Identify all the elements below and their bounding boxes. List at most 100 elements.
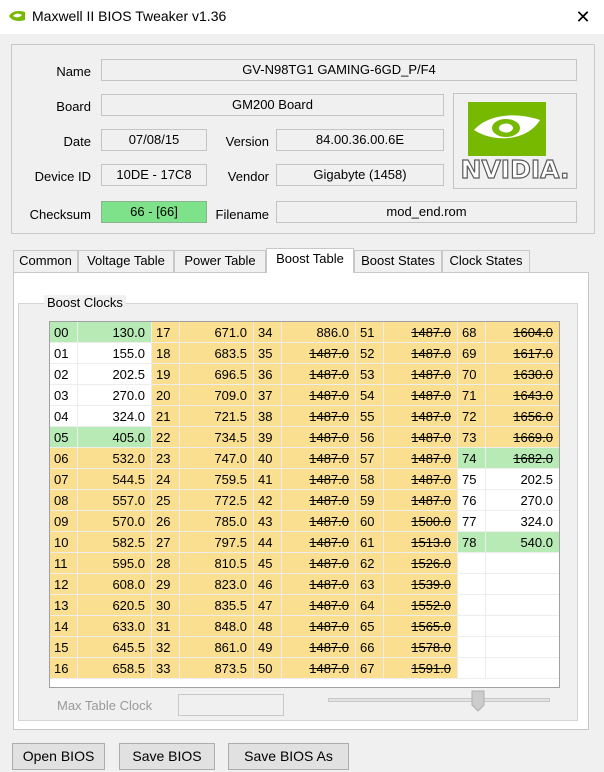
- tab-common[interactable]: Common: [13, 250, 78, 272]
- boost-entry-value[interactable]: 1604.0: [486, 322, 559, 343]
- boost-entry-value[interactable]: 324.0: [78, 406, 152, 427]
- boost-entry-value[interactable]: 1487.0: [282, 532, 356, 553]
- boost-entry-value[interactable]: 1682.0: [486, 448, 559, 469]
- boost-entry-value[interactable]: 570.0: [78, 511, 152, 532]
- open-bios-button[interactable]: Open BIOS: [12, 743, 105, 770]
- boost-entry-value[interactable]: 709.0: [180, 385, 254, 406]
- boost-entry-value[interactable]: 658.5: [78, 658, 152, 679]
- boost-entry-value[interactable]: 1487.0: [282, 616, 356, 637]
- boost-entry-value[interactable]: 1565.0: [384, 616, 458, 637]
- boost-entry-value[interactable]: 1487.0: [282, 637, 356, 658]
- boost-entry-value[interactable]: 1539.0: [384, 574, 458, 595]
- filename-field[interactable]: mod_end.rom: [276, 201, 577, 223]
- boost-entry-value[interactable]: 1552.0: [384, 595, 458, 616]
- boost-entry-value[interactable]: 1591.0: [384, 658, 458, 679]
- board-field[interactable]: GM200 Board: [101, 94, 444, 116]
- boost-entry-value[interactable]: 671.0: [180, 322, 254, 343]
- boost-entry-value[interactable]: 1513.0: [384, 532, 458, 553]
- boost-entry-value[interactable]: 1487.0: [282, 343, 356, 364]
- boost-entry-value[interactable]: 1487.0: [282, 469, 356, 490]
- boost-entry-index: 36: [254, 364, 282, 385]
- boost-entry-value[interactable]: 1487.0: [384, 406, 458, 427]
- boost-entry-value[interactable]: 1487.0: [384, 385, 458, 406]
- boost-entry-value[interactable]: 324.0: [486, 511, 559, 532]
- boost-entry-value[interactable]: 270.0: [78, 385, 152, 406]
- boost-entry-value[interactable]: 540.0: [486, 532, 559, 553]
- boost-entry-value[interactable]: 1487.0: [282, 511, 356, 532]
- boost-entry-value[interactable]: 1526.0: [384, 553, 458, 574]
- device-id-field[interactable]: 10DE - 17C8: [101, 164, 207, 186]
- boost-entry-value[interactable]: 620.5: [78, 595, 152, 616]
- boost-entry-value[interactable]: 532.0: [78, 448, 152, 469]
- version-field[interactable]: 84.00.36.00.6E: [276, 129, 444, 151]
- vendor-field[interactable]: Gigabyte (1458): [276, 164, 444, 186]
- boost-entry-value[interactable]: 721.5: [180, 406, 254, 427]
- boost-entry-value[interactable]: 1630.0: [486, 364, 559, 385]
- boost-entry-value[interactable]: 1500.0: [384, 511, 458, 532]
- boost-entry-value[interactable]: 155.0: [78, 343, 152, 364]
- boost-entry-value[interactable]: 1487.0: [384, 322, 458, 343]
- boost-entry-value[interactable]: 747.0: [180, 448, 254, 469]
- save-bios-as-button[interactable]: Save BIOS As: [228, 743, 349, 770]
- boost-entry-value[interactable]: 202.5: [78, 364, 152, 385]
- boost-entry-value[interactable]: 1487.0: [384, 427, 458, 448]
- boost-entry-value[interactable]: 633.0: [78, 616, 152, 637]
- boost-entry-value[interactable]: 1487.0: [282, 427, 356, 448]
- boost-entry-value[interactable]: 1487.0: [384, 469, 458, 490]
- boost-entry-index: 25: [152, 490, 180, 511]
- tab-clock-states[interactable]: Clock States: [442, 250, 530, 272]
- boost-entry-value[interactable]: 1487.0: [384, 364, 458, 385]
- boost-entry-value[interactable]: 1487.0: [282, 406, 356, 427]
- boost-entry-value[interactable]: 683.5: [180, 343, 254, 364]
- boost-entry-value[interactable]: 1669.0: [486, 427, 559, 448]
- boost-entry-value[interactable]: 873.5: [180, 658, 254, 679]
- boost-entry-value[interactable]: 823.0: [180, 574, 254, 595]
- save-bios-button[interactable]: Save BIOS: [119, 743, 215, 770]
- boost-entry-value[interactable]: 1643.0: [486, 385, 559, 406]
- boost-entry-value[interactable]: 1487.0: [282, 574, 356, 595]
- boost-entry-value[interactable]: 130.0: [78, 322, 152, 343]
- boost-entry-value[interactable]: 595.0: [78, 553, 152, 574]
- boost-entry-value[interactable]: 202.5: [486, 469, 559, 490]
- boost-entry-value[interactable]: 1656.0: [486, 406, 559, 427]
- boost-entry-value[interactable]: 772.5: [180, 490, 254, 511]
- boost-entry-value[interactable]: 1487.0: [384, 448, 458, 469]
- tab-boost-states[interactable]: Boost States: [354, 250, 442, 272]
- name-field[interactable]: GV-N98TG1 GAMING-6GD_P/F4: [101, 59, 577, 81]
- boost-entry-value[interactable]: 1487.0: [282, 658, 356, 679]
- boost-entry-value[interactable]: 848.0: [180, 616, 254, 637]
- boost-entry-value[interactable]: 1487.0: [282, 364, 356, 385]
- boost-entry-value[interactable]: 544.5: [78, 469, 152, 490]
- tab-voltage-table[interactable]: Voltage Table: [78, 250, 174, 272]
- boost-entry-value[interactable]: 797.5: [180, 532, 254, 553]
- tab-power-table[interactable]: Power Table: [174, 250, 266, 272]
- boost-entry-value[interactable]: 734.5: [180, 427, 254, 448]
- tab-boost-table[interactable]: Boost Table: [266, 248, 354, 273]
- boost-entry-value[interactable]: 861.0: [180, 637, 254, 658]
- boost-entry-value[interactable]: 1487.0: [282, 385, 356, 406]
- boost-entry-value[interactable]: 1487.0: [384, 343, 458, 364]
- boost-entry-value[interactable]: 1487.0: [384, 490, 458, 511]
- boost-entry-value[interactable]: 270.0: [486, 490, 559, 511]
- boost-entry-value[interactable]: 405.0: [78, 427, 152, 448]
- boost-entry-value[interactable]: 582.5: [78, 532, 152, 553]
- boost-entry-value[interactable]: 1487.0: [282, 448, 356, 469]
- checksum-field[interactable]: 66 - [66]: [101, 201, 207, 223]
- boost-entry-value[interactable]: 835.5: [180, 595, 254, 616]
- boost-entry-value[interactable]: 785.0: [180, 511, 254, 532]
- boost-entry-value[interactable]: 645.5: [78, 637, 152, 658]
- boost-entry-value[interactable]: 810.5: [180, 553, 254, 574]
- boost-entry-value[interactable]: 1487.0: [282, 553, 356, 574]
- date-field[interactable]: 07/08/15: [101, 129, 207, 151]
- boost-entry-value[interactable]: 696.5: [180, 364, 254, 385]
- boost-entry-value[interactable]: 1487.0: [282, 595, 356, 616]
- boost-entry-value[interactable]: 608.0: [78, 574, 152, 595]
- boost-entry-value[interactable]: 1617.0: [486, 343, 559, 364]
- boost-entry-value[interactable]: 1487.0: [282, 490, 356, 511]
- boost-entry-value[interactable]: 557.0: [78, 490, 152, 511]
- boost-entry-value[interactable]: 886.0: [282, 322, 356, 343]
- boost-clock-grid[interactable]: 00 130.0 01 155.0 02 202.5 03 270.0 04 324.0 05 405…: [49, 321, 560, 688]
- boost-entry-value[interactable]: 759.5: [180, 469, 254, 490]
- close-button[interactable]: ✕: [568, 4, 598, 30]
- boost-entry-value[interactable]: 1578.0: [384, 637, 458, 658]
